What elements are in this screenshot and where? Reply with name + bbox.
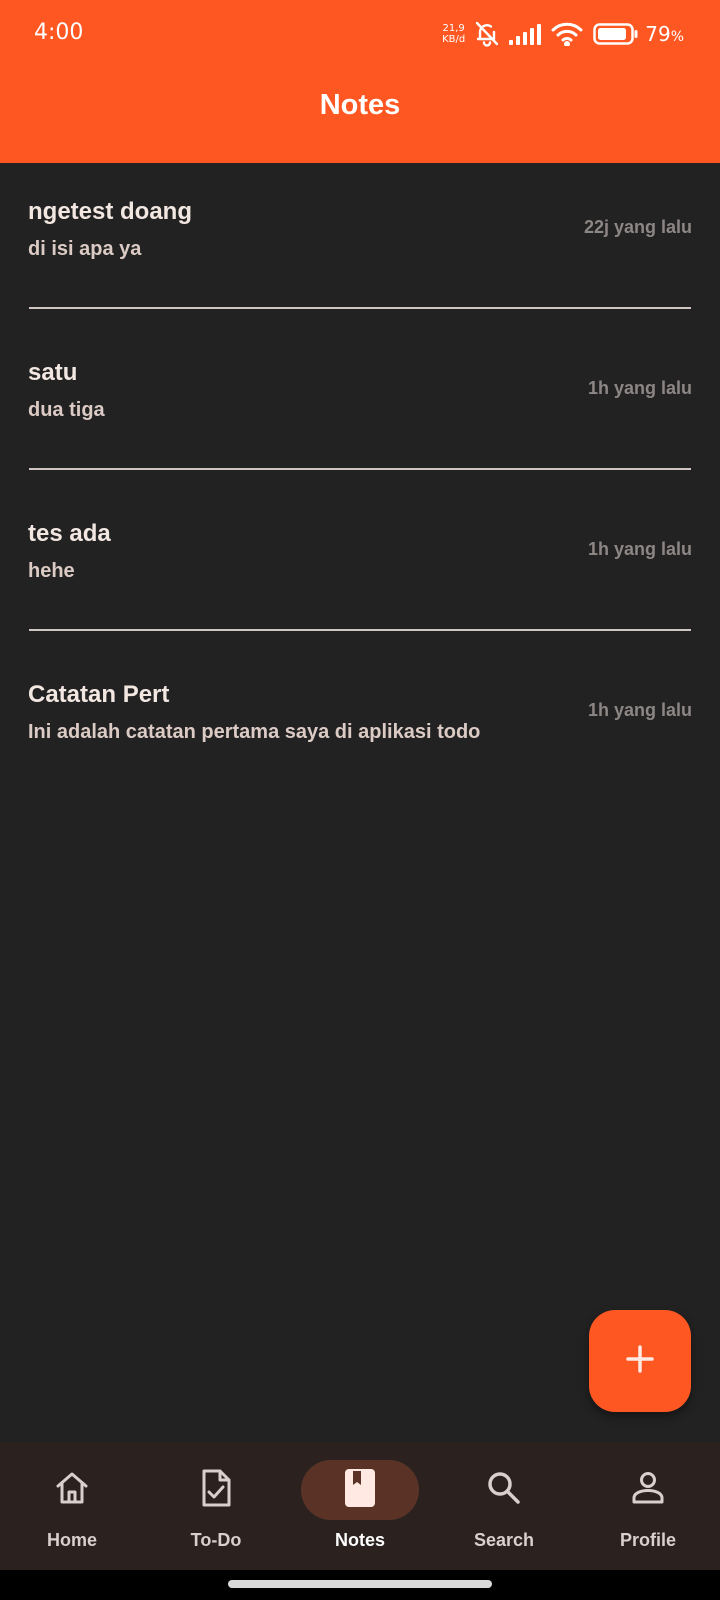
note-time: 1h yang lalu: [587, 539, 692, 559]
status-icons: 21,9 KB/d 79%: [442, 18, 684, 50]
profile-icon: [629, 1469, 667, 1512]
nav-label: Notes: [334, 1530, 385, 1550]
notes-list: ngetest doang di isi apa ya 22j yang lal…: [0, 163, 720, 807]
gesture-area: [0, 1570, 720, 1600]
app-bar: Notes: [0, 70, 720, 163]
page-title: Notes: [319, 89, 401, 121]
network-speed-unit: KB/d: [442, 34, 466, 45]
note-body: di isi apa ya: [28, 238, 142, 260]
nav-label: Search: [473, 1530, 535, 1550]
note-time: 1h yang lalu: [587, 378, 692, 398]
nav-item-notes[interactable]: Notes: [288, 1442, 432, 1570]
note-item[interactable]: satu dua tiga 1h yang lalu: [0, 324, 720, 485]
status-time: 4:00: [34, 20, 84, 45]
nav-label: To-Do: [190, 1530, 242, 1550]
divider: [29, 468, 691, 470]
nav-item-search[interactable]: Search: [432, 1442, 576, 1570]
note-title: Catatan Pert: [28, 681, 170, 708]
battery-icon: [593, 23, 639, 45]
note-body: Ini adalah catatan pertama saya di aplik…: [28, 721, 481, 743]
search-icon: [485, 1469, 523, 1512]
status-bar: 4:00 21,9 KB/d 79%: [0, 0, 720, 70]
network-speed-value: 21,9: [442, 23, 465, 34]
signal-icon: [509, 23, 542, 45]
todo-icon: [197, 1468, 235, 1513]
note-item[interactable]: Catatan Pert Ini adalah catatan pertama …: [0, 646, 720, 807]
nav-label: Home: [46, 1530, 97, 1550]
note-body: hehe: [28, 560, 75, 582]
home-gesture-bar[interactable]: [228, 1580, 492, 1588]
note-item[interactable]: ngetest doang di isi apa ya 22j yang lal…: [0, 163, 720, 324]
nav-item-home[interactable]: Home: [0, 1442, 144, 1570]
note-title: satu: [28, 359, 78, 386]
note-item[interactable]: tes ada hehe 1h yang lalu: [0, 485, 720, 646]
active-indicator: [301, 1460, 419, 1520]
bottom-nav: Home To-Do Notes Search Profile: [0, 1442, 720, 1570]
battery-percent: 79%: [645, 22, 684, 46]
network-speed: 21,9 KB/d: [442, 23, 465, 45]
home-icon: [53, 1469, 91, 1512]
nav-item-profile[interactable]: Profile: [576, 1442, 720, 1570]
note-body: dua tiga: [28, 399, 105, 421]
add-note-button[interactable]: [589, 1310, 691, 1412]
bell-off-icon: [475, 21, 499, 47]
nav-item-todo[interactable]: To-Do: [144, 1442, 288, 1570]
divider: [29, 629, 691, 631]
nav-label: Profile: [619, 1530, 676, 1550]
divider: [29, 307, 691, 309]
note-title: tes ada: [28, 520, 111, 547]
plus-icon: [624, 1343, 656, 1380]
note-title: ngetest doang: [28, 198, 193, 225]
note-time: 1h yang lalu: [587, 700, 692, 720]
wifi-icon: [551, 22, 583, 46]
notes-icon: [344, 1468, 376, 1513]
note-time: 22j yang lalu: [583, 217, 692, 237]
